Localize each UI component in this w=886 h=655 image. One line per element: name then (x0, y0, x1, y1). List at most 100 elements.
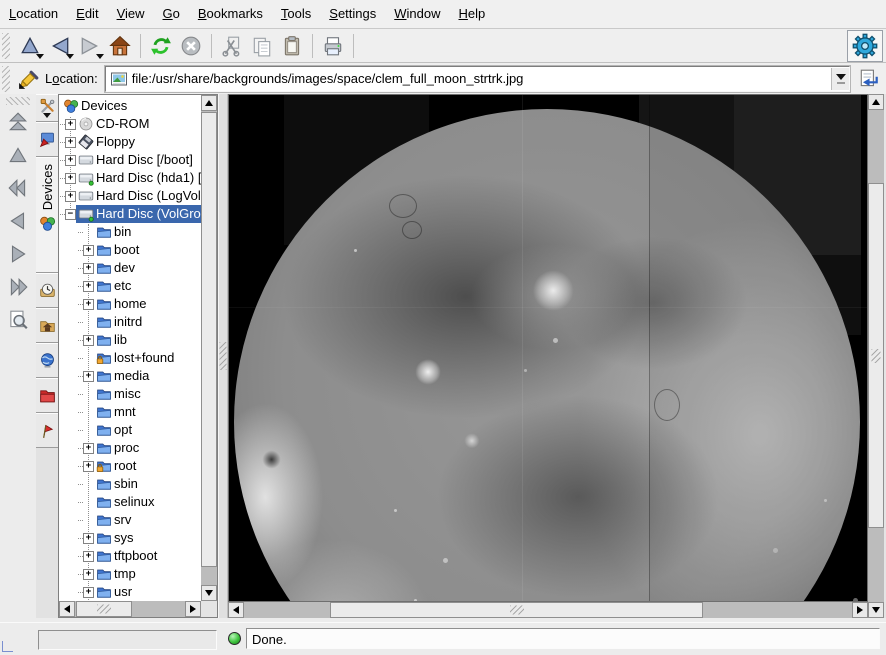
tree-row-sbin[interactable]: sbin (59, 475, 201, 493)
tree-row-tmp[interactable]: + tmp (59, 565, 201, 583)
tree-item-label[interactable]: Hard Disc [/boot] (94, 151, 195, 169)
tree-row-lost-found[interactable]: lost+found (59, 349, 201, 367)
home-button[interactable] (105, 32, 135, 60)
tree-row-hard-disc-logvol0[interactable]: +Hard Disc (LogVol0 (59, 187, 201, 205)
nav-double-back-button[interactable] (4, 175, 32, 201)
tree-item-label[interactable]: Hard Disc (LogVol0 (94, 187, 201, 205)
tree-row-lib[interactable]: +lib (59, 331, 201, 349)
nav-back-button[interactable] (4, 208, 32, 234)
tree-vscrollbar[interactable] (201, 95, 217, 601)
sidebar-tab-devices[interactable]: Devices (36, 157, 58, 273)
scroll-left-button[interactable] (59, 601, 75, 617)
tree-item-label[interactable]: CD-ROM (94, 115, 151, 133)
menu-edit[interactable]: Edit (67, 0, 107, 28)
tree-row-cd-rom[interactable]: + CD-ROM (59, 115, 201, 133)
scroll-right-button[interactable] (185, 601, 201, 617)
tree-expander[interactable]: + (65, 155, 76, 166)
up-button[interactable] (15, 32, 45, 60)
tree-item-label[interactable]: lost+found (112, 349, 176, 367)
sidebar-tab-root-folder[interactable] (36, 378, 58, 413)
nav-up-button[interactable] (4, 142, 32, 168)
toolbar-grip[interactable] (2, 33, 10, 59)
navbar-grip[interactable] (6, 97, 30, 105)
print-button[interactable] (318, 32, 348, 60)
nav-forward-button[interactable] (4, 241, 32, 267)
sidebar-tab-bookmarks[interactable] (36, 413, 58, 448)
tree-expander[interactable]: + (83, 245, 94, 256)
tree-item-label[interactable]: Hard Disc (hda1) [/ (94, 169, 201, 187)
tree-row-boot[interactable]: + boot (59, 241, 201, 259)
scroll-down-button[interactable] (201, 585, 217, 601)
menu-location[interactable]: Location (0, 0, 67, 28)
view-hscroll-thumb[interactable] (330, 602, 703, 618)
tree-vscroll-thumb[interactable] (201, 112, 217, 567)
tree-row-opt[interactable]: opt (59, 421, 201, 439)
tree-item-label[interactable]: dev (112, 259, 137, 277)
tree-row-hard-disc-boot-[interactable]: + Hard Disc [/boot] (59, 151, 201, 169)
tree-item-label[interactable]: root (112, 457, 138, 475)
forward-button[interactable] (75, 32, 105, 60)
tree-item-label[interactable]: srv (112, 511, 133, 529)
tree-expander[interactable]: + (83, 461, 94, 472)
tree-item-label[interactable]: usr (112, 583, 134, 601)
menu-help[interactable]: Help (450, 0, 495, 28)
tree-hscrollbar[interactable] (59, 601, 201, 617)
tree-expander[interactable]: + (83, 569, 94, 580)
menu-bookmarks[interactable]: Bookmarks (189, 0, 272, 28)
reload-button[interactable] (146, 32, 176, 60)
nav-preview-button[interactable] (4, 307, 32, 333)
scroll-down-button[interactable] (868, 602, 884, 618)
tree-row-dev[interactable]: +dev (59, 259, 201, 277)
tree-expander[interactable]: + (83, 443, 94, 454)
sidebar-tab-history[interactable] (36, 273, 58, 308)
nav-double-up-button[interactable] (4, 109, 32, 135)
tree-expander[interactable]: + (65, 137, 76, 148)
go-button[interactable] (856, 66, 882, 92)
scroll-up-button[interactable] (868, 94, 884, 110)
scroll-right-button[interactable] (852, 602, 868, 618)
cut-button[interactable] (217, 32, 247, 60)
stop-button[interactable] (176, 32, 206, 60)
nav-double-forward-button[interactable] (4, 274, 32, 300)
tree-row-etc[interactable]: + etc (59, 277, 201, 295)
tree-item-label[interactable]: boot (112, 241, 141, 259)
tree-expander[interactable]: + (65, 119, 76, 130)
tree-row-initrd[interactable]: initrd (59, 313, 201, 331)
tree-expander[interactable]: + (83, 551, 94, 562)
sidebar-tab-home-folder[interactable] (36, 308, 58, 343)
menu-tools[interactable]: Tools (272, 0, 320, 28)
tree-row-media[interactable]: +media (59, 367, 201, 385)
menu-go[interactable]: Go (154, 0, 189, 28)
tree-row-srv[interactable]: srv (59, 511, 201, 529)
sidebar-tab-network[interactable] (36, 343, 58, 378)
tree-row-tftpboot[interactable]: +tftpboot (59, 547, 201, 565)
tree-row-proc[interactable]: + proc (59, 439, 201, 457)
menu-window[interactable]: Window (385, 0, 449, 28)
scroll-up-button[interactable] (201, 95, 217, 111)
locbar-grip[interactable] (2, 66, 10, 92)
tree-row-hard-disc-volgrou[interactable]: −Hard Disc (VolGrou (59, 205, 201, 223)
tree-item-label[interactable]: Hard Disc (VolGrou (94, 205, 201, 223)
tree-item-label[interactable]: lib (112, 331, 129, 349)
view-vscrollbar[interactable] (868, 94, 884, 618)
tree-expander[interactable]: + (65, 173, 76, 184)
location-dropdown-button[interactable] (831, 68, 849, 90)
tree-row-bin[interactable]: bin (59, 223, 201, 241)
view-hscrollbar[interactable] (228, 602, 868, 618)
tree-item-label[interactable]: etc (112, 277, 133, 295)
tree-row-selinux[interactable]: selinux (59, 493, 201, 511)
tree-row-devices[interactable]: Devices (59, 97, 201, 115)
tree-item-label[interactable]: tmp (112, 565, 138, 583)
tree-hscroll-thumb[interactable] (76, 601, 132, 617)
tree-row-floppy[interactable]: +Floppy (59, 133, 201, 151)
clear-location-button[interactable] (15, 66, 43, 92)
tree-item-label[interactable]: initrd (112, 313, 144, 331)
tree-item-label[interactable]: proc (112, 439, 141, 457)
location-combobox[interactable]: file:/usr/share/backgrounds/images/space… (105, 66, 850, 92)
tree-item-label[interactable]: selinux (112, 493, 156, 511)
tree-item-label[interactable]: opt (112, 421, 134, 439)
tree-expander[interactable]: + (83, 281, 94, 292)
location-input[interactable]: file:/usr/share/backgrounds/images/space… (132, 71, 831, 86)
tree-expander[interactable]: + (83, 299, 94, 310)
tree-row-sys[interactable]: +sys (59, 529, 201, 547)
